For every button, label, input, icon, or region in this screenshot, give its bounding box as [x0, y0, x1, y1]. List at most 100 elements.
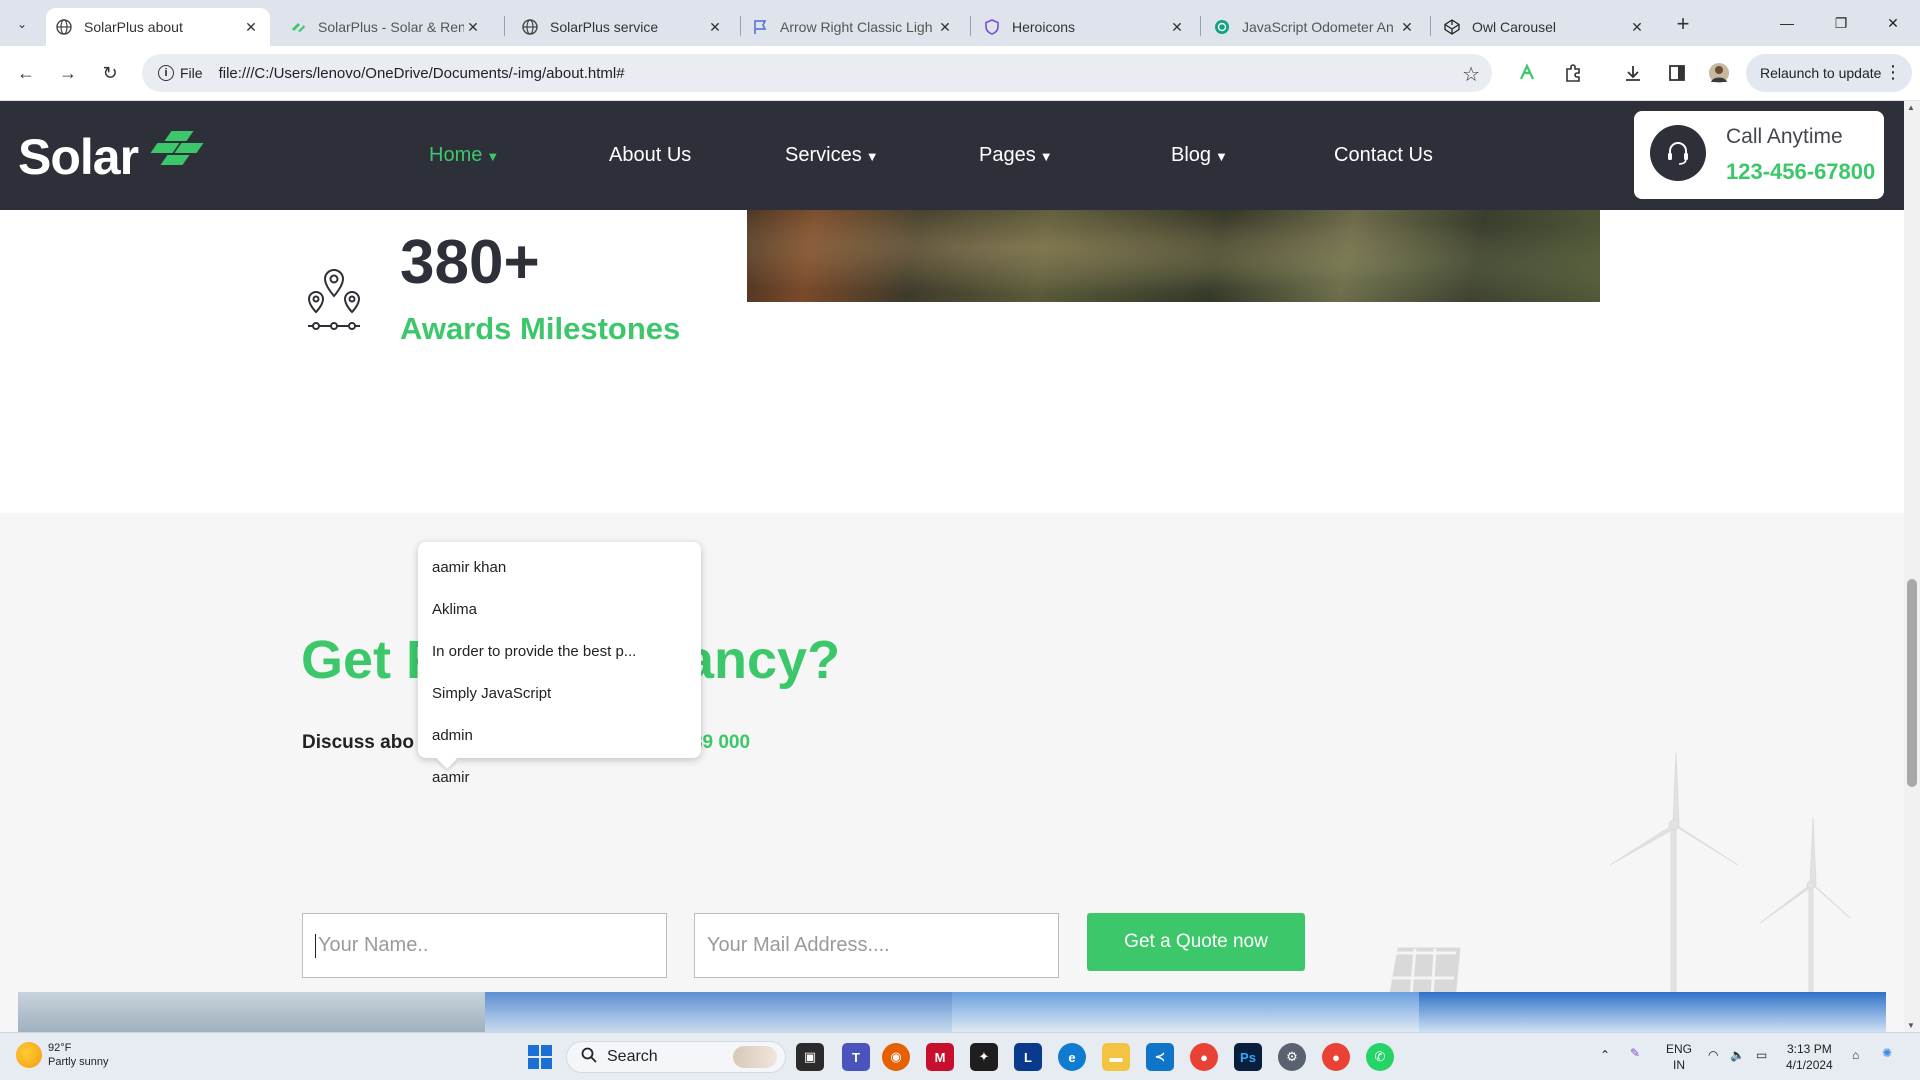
chevron-down-icon: ▼: [1039, 149, 1053, 164]
pen-icon[interactable]: ✎: [1630, 1045, 1640, 1061]
autocomplete-item[interactable]: Aklima: [418, 588, 701, 630]
nav-services-label: Services: [785, 144, 862, 166]
tab-javascript-odometer[interactable]: JavaScript Odometer An ✕: [1204, 8, 1426, 46]
mcafee-icon[interactable]: M: [926, 1043, 954, 1071]
autocomplete-item[interactable]: In order to provide the best p...: [418, 630, 701, 672]
volume-icon[interactable]: 🔈: [1730, 1047, 1745, 1063]
scroll-up-arrow-icon[interactable]: ▲: [1907, 103, 1915, 112]
scroll-down-arrow-icon[interactable]: ▼: [1907, 1021, 1915, 1030]
nav-pages[interactable]: Pages ▼: [979, 144, 1053, 167]
partly-sunny-icon: [16, 1042, 42, 1068]
close-icon[interactable]: ✕: [1628, 18, 1646, 36]
gallery-image[interactable]: [1419, 992, 1886, 1032]
nav-services[interactable]: Services ▼: [785, 144, 879, 167]
new-tab-plus-icon[interactable]: +: [1670, 11, 1696, 37]
get-quote-button[interactable]: Get a Quote now: [1087, 913, 1305, 971]
tab-search-chevron-icon[interactable]: ⌄: [10, 12, 34, 36]
name-placeholder: Your Name..: [318, 934, 429, 956]
back-arrow-icon[interactable]: ←: [12, 59, 40, 87]
minimize-icon[interactable]: —: [1764, 8, 1810, 38]
teams-icon[interactable]: T: [842, 1043, 870, 1071]
edge-icon[interactable]: e: [1058, 1043, 1086, 1071]
extensions-puzzle-icon[interactable]: [1560, 60, 1586, 86]
firefox-icon[interactable]: ◉: [882, 1043, 910, 1071]
close-icon[interactable]: ✕: [706, 18, 724, 36]
windows-taskbar: 92°F Partly sunny Search ▣ T ◉ M ✦ L e ▬…: [0, 1032, 1920, 1080]
copilot-icon[interactable]: ✺: [1882, 1045, 1892, 1061]
call-number[interactable]: 123-456-67800: [1726, 159, 1875, 185]
tab-arrow-right[interactable]: Arrow Right Classic Ligh ✕: [742, 8, 964, 46]
file-explorer-icon[interactable]: ▬: [1102, 1043, 1130, 1071]
profile-avatar-icon[interactable]: [1706, 60, 1732, 86]
notifications-bell-icon[interactable]: ⌂: [1852, 1047, 1859, 1063]
close-icon[interactable]: ✕: [1168, 18, 1186, 36]
windows-start-icon[interactable]: [528, 1045, 552, 1069]
tab-solarplus-service[interactable]: SolarPlus service ✕: [512, 8, 734, 46]
weather-widget[interactable]: 92°F Partly sunny: [16, 1041, 109, 1069]
tab-solarplus-home[interactable]: SolarPlus - Solar & Rene ✕: [280, 8, 492, 46]
autocomplete-item[interactable]: aamir khan: [418, 546, 701, 588]
site-info-chip[interactable]: i File: [150, 59, 211, 87]
battery-icon[interactable]: ▭: [1756, 1047, 1767, 1063]
gallery-image[interactable]: [952, 992, 1419, 1032]
wifi-icon[interactable]: ◠: [1708, 1047, 1718, 1063]
close-icon[interactable]: ✕: [936, 18, 954, 36]
photoshop-icon[interactable]: Ps: [1234, 1043, 1262, 1071]
lens-app-icon[interactable]: L: [1014, 1043, 1042, 1071]
info-icon: i: [158, 65, 174, 81]
nav-contact-us[interactable]: Contact Us: [1334, 144, 1433, 167]
tab-heroicons[interactable]: Heroicons ✕: [974, 8, 1196, 46]
chrome-profile-icon[interactable]: ●: [1322, 1043, 1350, 1071]
email-input[interactable]: Your Mail Address....: [694, 913, 1059, 978]
tab-owl-carousel[interactable]: Owl Carousel ✕: [1434, 8, 1656, 46]
tab-separator: [1200, 16, 1201, 36]
nav-blog[interactable]: Blog ▼: [1171, 144, 1228, 167]
window-close-icon[interactable]: ✕: [1870, 8, 1916, 38]
reload-icon[interactable]: ↻: [96, 59, 124, 87]
call-anytime-box[interactable]: Call Anytime 123-456-67800: [1634, 111, 1884, 199]
name-input[interactable]: Your Name..: [302, 913, 667, 978]
gallery-image[interactable]: [485, 992, 952, 1032]
bookmark-star-icon[interactable]: ☆: [1462, 62, 1480, 87]
relaunch-label: Relaunch to update: [1760, 65, 1882, 81]
openai-icon: [1214, 19, 1230, 35]
url-text[interactable]: file:///C:/Users/lenovo/OneDrive/Documen…: [219, 65, 625, 82]
tab-title: Arrow Right Classic Ligh: [780, 19, 933, 35]
forward-arrow-icon[interactable]: →: [54, 59, 82, 87]
figma-icon[interactable]: ✦: [970, 1043, 998, 1071]
close-icon[interactable]: ✕: [464, 18, 482, 36]
close-icon[interactable]: ✕: [242, 18, 260, 36]
chrome-icon[interactable]: ●: [1190, 1043, 1218, 1071]
landscape-image: [747, 210, 1600, 302]
tab-solarplus-about[interactable]: SolarPlus about ✕: [46, 8, 270, 46]
email-placeholder: Your Mail Address....: [707, 934, 890, 956]
side-panel-icon[interactable]: [1664, 60, 1690, 86]
chevron-down-icon: ▼: [486, 149, 500, 164]
autocomplete-item[interactable]: admin: [418, 714, 701, 756]
site-logo[interactable]: Solar: [18, 127, 204, 187]
close-icon[interactable]: ✕: [1398, 18, 1416, 36]
globe-icon: [56, 19, 72, 35]
browser-toolbar: ← → ↻ i File file:///C:/Users/lenovo/One…: [0, 46, 1920, 101]
nav-about-us[interactable]: About Us: [609, 144, 691, 167]
tray-chevron-up-icon[interactable]: ⌃: [1600, 1047, 1610, 1063]
settings-gear-icon[interactable]: ⚙: [1278, 1043, 1306, 1071]
address-bar[interactable]: i File file:///C:/Users/lenovo/OneDrive/…: [142, 54, 1492, 92]
taskbar-search[interactable]: Search: [566, 1041, 786, 1073]
vscode-icon[interactable]: ≺: [1146, 1043, 1174, 1071]
nav-home[interactable]: Home ▼: [429, 144, 499, 167]
download-icon[interactable]: [1620, 60, 1646, 86]
extension-app-icon[interactable]: [1514, 60, 1540, 86]
autocomplete-item[interactable]: aamir: [418, 756, 701, 798]
language-indicator[interactable]: ENG IN: [1666, 1041, 1692, 1073]
more-vertical-icon[interactable]: ⋮: [1884, 62, 1902, 83]
page-scrollbar[interactable]: ▲ ▼: [1904, 101, 1920, 1032]
clock[interactable]: 3:13 PM 4/1/2024: [1786, 1041, 1833, 1073]
autocomplete-item[interactable]: Simply JavaScript: [418, 672, 701, 714]
task-view-icon[interactable]: ▣: [796, 1043, 824, 1071]
whatsapp-icon[interactable]: ✆: [1366, 1043, 1394, 1071]
relaunch-button[interactable]: Relaunch to update ⋮: [1746, 54, 1912, 92]
scrollbar-thumb[interactable]: [1907, 579, 1917, 787]
restore-icon[interactable]: ❐: [1818, 8, 1864, 38]
gallery-image[interactable]: [18, 992, 485, 1032]
